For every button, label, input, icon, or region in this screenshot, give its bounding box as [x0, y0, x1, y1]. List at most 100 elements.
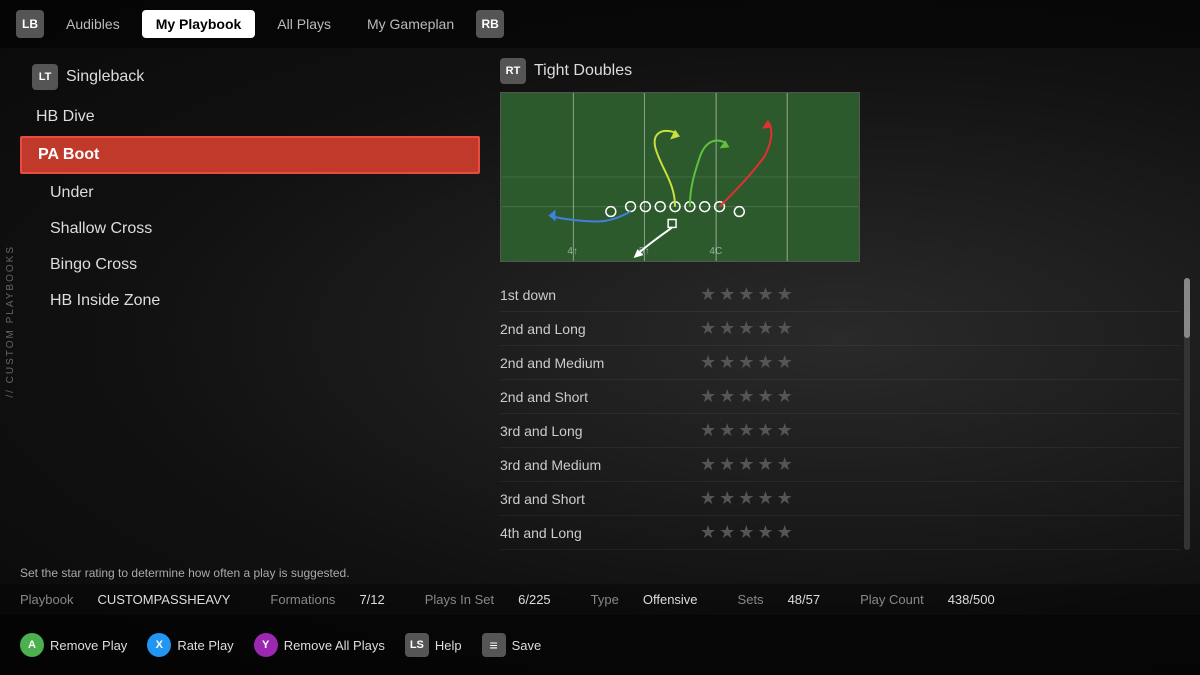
play-under[interactable]: Under: [20, 176, 480, 210]
star-0-1[interactable]: ★: [719, 284, 735, 305]
stat-group-2: Formations 7/12: [270, 592, 384, 607]
sets-label: Sets: [738, 592, 764, 607]
star-4-0[interactable]: ★: [700, 420, 716, 441]
tab-all-plays[interactable]: All Plays: [263, 10, 345, 38]
scroll-thumb: [1184, 278, 1190, 338]
star-7-3[interactable]: ★: [757, 522, 773, 543]
star-0-3[interactable]: ★: [757, 284, 773, 305]
star-4-1[interactable]: ★: [719, 420, 735, 441]
star-6-0[interactable]: ★: [700, 488, 716, 509]
tab-my-gameplan[interactable]: My Gameplan: [353, 10, 468, 38]
star-7-4[interactable]: ★: [777, 522, 793, 543]
star-4-3[interactable]: ★: [757, 420, 773, 441]
stat-group-5: Sets 48/57: [738, 592, 821, 607]
star-6-3[interactable]: ★: [757, 488, 773, 509]
rating-rows: 1st down★★★★★2nd and Long★★★★★2nd and Me…: [500, 278, 1180, 550]
right-panel: RT Tight Doubles 4↑ 5↑ 4C: [480, 48, 1200, 558]
rating-row-3: 2nd and Short★★★★★: [500, 380, 1180, 414]
stat-group-1: Playbook CUSTOMPASSHEAVY: [20, 592, 230, 607]
scroll-track[interactable]: [1184, 278, 1190, 550]
side-label-text: // CUSTOM PLAYBOOKS: [5, 245, 16, 398]
star-1-0[interactable]: ★: [700, 318, 716, 339]
left-panel: LT Singleback HB Dive PA Boot Under Shal…: [20, 48, 480, 558]
tab-my-playbook[interactable]: My Playbook: [142, 10, 256, 38]
rating-row-0: 1st down★★★★★: [500, 278, 1180, 312]
star-3-3[interactable]: ★: [757, 386, 773, 407]
play-bingo-cross[interactable]: Bingo Cross: [20, 248, 480, 282]
star-0-4[interactable]: ★: [777, 284, 793, 305]
stat-group-4: Type Offensive: [591, 592, 698, 607]
play-count-label: Play Count: [860, 592, 924, 607]
remove-play-button[interactable]: A Remove Play: [20, 633, 127, 657]
star-5-0[interactable]: ★: [700, 454, 716, 475]
stats-bar: Playbook CUSTOMPASSHEAVY Formations 7/12…: [0, 584, 1200, 615]
rating-row-2: 2nd and Medium★★★★★: [500, 346, 1180, 380]
ratings-section: 1st down★★★★★2nd and Long★★★★★2nd and Me…: [500, 278, 1180, 550]
star-3-0[interactable]: ★: [700, 386, 716, 407]
star-2-0[interactable]: ★: [700, 352, 716, 373]
rating-label-0: 1st down: [500, 287, 700, 303]
rating-label-7: 4th and Long: [500, 525, 700, 541]
play-pa-boot[interactable]: PA Boot: [20, 136, 480, 174]
remove-all-plays-button[interactable]: Y Remove All Plays: [254, 633, 385, 657]
rating-row-5: 3rd and Medium★★★★★: [500, 448, 1180, 482]
stars-1[interactable]: ★★★★★: [700, 318, 793, 339]
star-4-2[interactable]: ★: [738, 420, 754, 441]
star-1-4[interactable]: ★: [777, 318, 793, 339]
stars-4[interactable]: ★★★★★: [700, 420, 793, 441]
star-3-4[interactable]: ★: [777, 386, 793, 407]
main-container: LB Audibles My Playbook All Plays My Gam…: [0, 0, 1200, 675]
star-7-0[interactable]: ★: [700, 522, 716, 543]
top-nav: LB Audibles My Playbook All Plays My Gam…: [0, 0, 1200, 48]
star-3-1[interactable]: ★: [719, 386, 735, 407]
star-6-2[interactable]: ★: [738, 488, 754, 509]
stars-2[interactable]: ★★★★★: [700, 352, 793, 373]
rating-label-1: 2nd and Long: [500, 321, 700, 337]
save-label: Save: [512, 638, 542, 653]
play-diagram-svg: [501, 93, 859, 261]
stars-3[interactable]: ★★★★★: [700, 386, 793, 407]
star-1-2[interactable]: ★: [738, 318, 754, 339]
star-0-2[interactable]: ★: [738, 284, 754, 305]
play-shallow-cross[interactable]: Shallow Cross: [20, 212, 480, 246]
side-label: // CUSTOM PLAYBOOKS: [0, 48, 20, 558]
star-2-2[interactable]: ★: [738, 352, 754, 373]
x-badge: X: [147, 633, 171, 657]
stars-6[interactable]: ★★★★★: [700, 488, 793, 509]
rate-play-button[interactable]: X Rate Play: [147, 633, 233, 657]
star-7-2[interactable]: ★: [738, 522, 754, 543]
star-5-4[interactable]: ★: [777, 454, 793, 475]
info-bar: Set the star rating to determine how oft…: [0, 558, 1200, 584]
star-1-3[interactable]: ★: [757, 318, 773, 339]
save-button[interactable]: ≡ Save: [482, 633, 542, 657]
star-3-2[interactable]: ★: [738, 386, 754, 407]
star-4-4[interactable]: ★: [777, 420, 793, 441]
play-hb-inside-zone[interactable]: HB Inside Zone: [20, 284, 480, 318]
star-0-0[interactable]: ★: [700, 284, 716, 305]
play-diagram-section: RT Tight Doubles 4↑ 5↑ 4C: [500, 58, 1180, 262]
lb-badge: LB: [16, 10, 44, 38]
stars-0[interactable]: ★★★★★: [700, 284, 793, 305]
stars-5[interactable]: ★★★★★: [700, 454, 793, 475]
play-list: HB Dive PA Boot Under Shallow Cross Bing…: [20, 100, 480, 318]
info-text: Set the star rating to determine how oft…: [20, 566, 350, 580]
play-hb-dive[interactable]: HB Dive: [20, 100, 480, 134]
tab-audibles[interactable]: Audibles: [52, 10, 134, 38]
remove-all-plays-label: Remove All Plays: [284, 638, 385, 653]
stars-7[interactable]: ★★★★★: [700, 522, 793, 543]
star-2-3[interactable]: ★: [757, 352, 773, 373]
star-1-1[interactable]: ★: [719, 318, 735, 339]
ls-badge: LS: [405, 633, 429, 657]
star-2-1[interactable]: ★: [719, 352, 735, 373]
star-2-4[interactable]: ★: [777, 352, 793, 373]
rate-play-label: Rate Play: [177, 638, 233, 653]
rating-row-7: 4th and Long★★★★★: [500, 516, 1180, 550]
star-6-4[interactable]: ★: [777, 488, 793, 509]
help-button[interactable]: LS Help: [405, 633, 462, 657]
star-6-1[interactable]: ★: [719, 488, 735, 509]
star-7-1[interactable]: ★: [719, 522, 735, 543]
star-5-3[interactable]: ★: [757, 454, 773, 475]
stat-group-6: Play Count 438/500: [860, 592, 995, 607]
star-5-2[interactable]: ★: [738, 454, 754, 475]
star-5-1[interactable]: ★: [719, 454, 735, 475]
